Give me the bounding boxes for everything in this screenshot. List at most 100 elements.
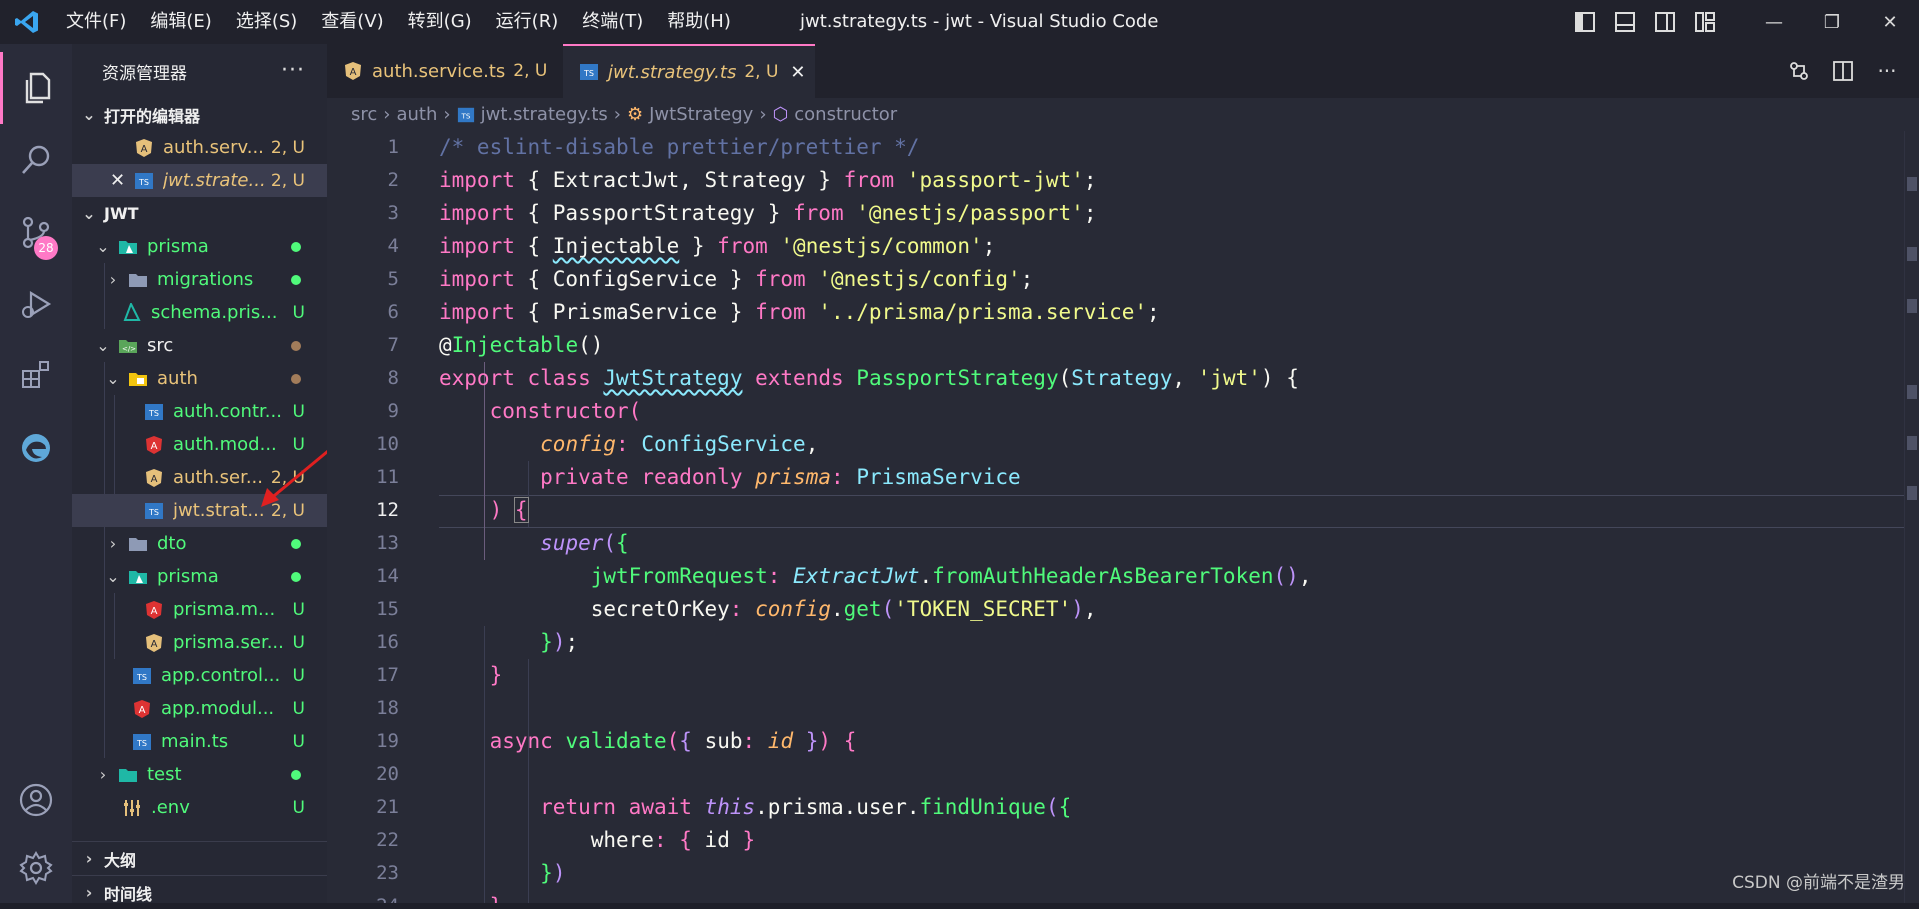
breadcrumb-item[interactable]: JwtStrategy — [649, 104, 753, 125]
outline-section[interactable]: › 大纲 — [72, 842, 335, 875]
toggle-secondary-sidebar-icon[interactable] — [1645, 0, 1685, 44]
angular-module-file-icon: A — [134, 699, 150, 718]
tree-file[interactable]: TS auth.contr... U — [72, 395, 327, 428]
open-editor-name: jwt.strate... — [163, 170, 266, 191]
close-tab-icon[interactable]: ✕ — [790, 62, 805, 83]
tree-file[interactable]: A prisma.ser... U — [72, 626, 327, 659]
menu-edit[interactable]: 编辑(E) — [138, 0, 223, 44]
untracked-dot — [291, 538, 301, 549]
open-editors-section[interactable]: ⌄ 打开的编辑器 — [72, 98, 327, 131]
test-folder-icon — [119, 768, 137, 782]
menu-go[interactable]: 转到(G) — [396, 0, 484, 44]
svg-text:A: A — [151, 639, 158, 650]
svg-text:TS: TS — [136, 673, 147, 682]
tree-item-label: .env — [151, 797, 190, 818]
line-number: 6 — [387, 301, 399, 323]
tab-jwt-strategy[interactable]: TS jwt.strategy.ts 2, U ✕ — [563, 44, 815, 98]
tree-file[interactable]: A prisma.m... U — [72, 593, 327, 626]
close-window-icon[interactable]: ✕ — [1861, 0, 1919, 44]
minimize-icon[interactable]: — — [1745, 0, 1803, 44]
tab-label: auth.service.ts — [372, 60, 506, 82]
breadcrumb-item[interactable]: auth — [396, 104, 437, 125]
angular-service-file-icon: A — [146, 633, 162, 652]
breadcrumb-item[interactable]: constructor — [794, 104, 897, 125]
toggle-primary-sidebar-icon[interactable] — [1565, 0, 1605, 44]
tree-folder[interactable]: › dto — [72, 527, 327, 560]
line-number: 23 — [376, 862, 399, 884]
more-actions-icon[interactable]: ··· — [1867, 59, 1907, 83]
breadcrumb-item[interactable]: src — [351, 104, 377, 125]
svg-text:A: A — [141, 144, 148, 155]
line-number: 4 — [387, 235, 399, 257]
editor-scrollbar[interactable] — [1904, 131, 1919, 903]
toggle-panel-icon[interactable] — [1605, 0, 1645, 44]
line-number: 13 — [376, 532, 399, 554]
menu-selection[interactable]: 选择(S) — [224, 0, 309, 44]
tree-folder[interactable]: ⌄ auth — [72, 362, 327, 395]
untracked-dot — [291, 274, 301, 285]
accounts-icon[interactable] — [0, 764, 72, 836]
overview-marker — [1907, 385, 1917, 399]
extensions-icon[interactable] — [0, 340, 72, 412]
prisma-folder-icon — [129, 570, 147, 584]
chevron-right-icon: › — [613, 104, 621, 125]
menu-help[interactable]: 帮助(H) — [655, 0, 743, 44]
line-number: 3 — [387, 202, 399, 224]
env-file-icon — [124, 799, 140, 816]
edge-devtools-icon[interactable] — [0, 412, 72, 484]
tree-folder[interactable]: › test — [72, 758, 327, 791]
tree-file[interactable]: TS main.ts U — [72, 725, 327, 758]
chevron-right-icon: › — [109, 270, 117, 289]
open-editors-label: 打开的编辑器 — [104, 106, 201, 126]
code-line: ) { — [489, 497, 529, 523]
code-content[interactable]: /* eslint-disable prettier/prettier */ i… — [439, 131, 1311, 903]
tree-file[interactable]: schema.pris... U — [72, 296, 327, 329]
tree-folder[interactable]: ⌄ prisma — [72, 230, 327, 263]
tree-folder[interactable]: ⌄ prisma — [72, 560, 327, 593]
line-number: 18 — [376, 697, 399, 719]
run-debug-icon[interactable] — [0, 268, 72, 340]
typescript-file-icon: TS — [135, 172, 153, 189]
menu-terminal[interactable]: 终端(T) — [570, 0, 655, 44]
line-number: 2 — [387, 169, 399, 191]
code-line: /* eslint-disable prettier/prettier */ — [439, 135, 920, 159]
tree-item-label: schema.pris... — [151, 302, 278, 323]
tree-file[interactable]: .env U — [72, 791, 327, 824]
line-number: 21 — [376, 796, 399, 818]
timeline-section[interactable]: › 时间线 — [72, 876, 335, 909]
menu-file[interactable]: 文件(F) — [54, 0, 138, 44]
tab-auth-service[interactable]: A auth.service.ts 2, U — [327, 44, 563, 98]
tree-item-label: app.control... — [161, 665, 281, 686]
open-editor-item[interactable]: A auth.serv... 2, U — [72, 131, 327, 164]
breadcrumb-item[interactable]: jwt.strategy.ts — [481, 104, 608, 125]
open-editor-item-active[interactable]: ✕ TS jwt.strate... 2, U — [72, 164, 327, 197]
source-control-icon[interactable]: 28 — [0, 196, 72, 268]
more-actions-icon[interactable]: ··· — [281, 58, 305, 83]
line-number: 20 — [376, 763, 399, 785]
customize-layout-icon[interactable] — [1685, 0, 1725, 44]
workspace-section[interactable]: ⌄ JWT — [72, 197, 327, 230]
title-bar: 文件(F) 编辑(E) 选择(S) 查看(V) 转到(G) 运行(R) 终端(T… — [0, 0, 1919, 44]
menu-view[interactable]: 查看(V) — [309, 0, 395, 44]
tree-file[interactable]: TS app.control... U — [72, 659, 327, 692]
tree-item-label: prisma — [157, 566, 219, 587]
chevron-right-icon: › — [443, 104, 451, 125]
menu-run[interactable]: 运行(R) — [484, 0, 571, 44]
code-editor[interactable]: 1 2 3 4 5 6 7 8 9 10 11 12 13 14 15 16 1… — [327, 131, 1919, 903]
settings-gear-icon[interactable] — [0, 832, 72, 904]
code-line: export class JwtStrategy extends Passpor… — [439, 366, 1299, 390]
tree-item-label: migrations — [157, 269, 254, 290]
line-number: 7 — [387, 334, 399, 356]
tree-item-status: U — [292, 698, 305, 719]
tree-folder[interactable]: › migrations — [72, 263, 327, 296]
open-changes-icon[interactable] — [1779, 60, 1819, 82]
code-line: async validate({ sub: id }) { — [489, 729, 857, 753]
svg-text:A: A — [350, 67, 357, 78]
close-icon[interactable]: ✕ — [110, 170, 126, 191]
tree-folder[interactable]: ⌄ </> src — [72, 329, 327, 362]
search-icon[interactable] — [0, 124, 72, 196]
restore-icon[interactable]: ❐ — [1803, 0, 1861, 44]
tree-file[interactable]: A app.modul... U — [72, 692, 327, 725]
split-editor-icon[interactable] — [1823, 60, 1863, 82]
explorer-icon[interactable] — [0, 52, 75, 124]
